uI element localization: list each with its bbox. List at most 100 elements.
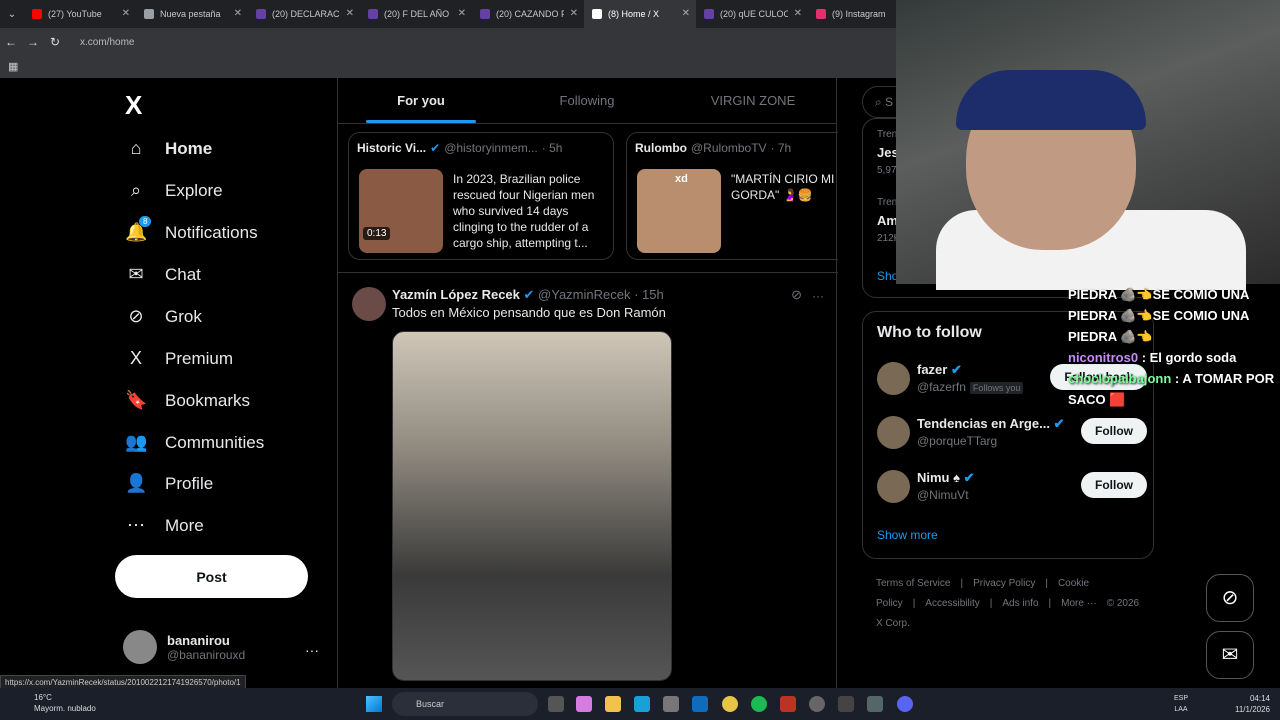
reload-icon[interactable]: ↻ [44, 35, 66, 49]
copilot-icon[interactable] [576, 696, 592, 712]
sidebar-item-grok[interactable]: ⊘ Grok [125, 306, 201, 327]
tweet-author[interactable]: Yazmín López Recek [392, 287, 520, 302]
footer-link[interactable]: Ads info [1002, 598, 1038, 609]
edge-icon[interactable] [634, 696, 650, 712]
apps-icon[interactable]: ▦ [8, 60, 18, 73]
close-icon[interactable]: ✕ [234, 8, 242, 19]
sidebar-item-label: Premium [165, 348, 234, 368]
bookmarks-bar: ▦ [0, 56, 896, 78]
footer-link[interactable]: Terms of Service [876, 578, 950, 589]
browser-tab[interactable]: (20) F DEL AÑO - ✕ [360, 0, 472, 28]
system-clock[interactable]: 04:14 11/1/2026 [1235, 693, 1270, 715]
footer-link[interactable]: Privacy Policy [973, 578, 1035, 589]
sidebar-item-label: More [165, 515, 204, 535]
browser-tab[interactable]: Nueva pestaña ✕ [136, 0, 248, 28]
sidebar-item-bookmarks[interactable]: 🔖 Bookmarks [125, 390, 250, 411]
browser-tab[interactable]: (20) DECLARACIÓN ✕ [248, 0, 360, 28]
trend-title[interactable]: Am [877, 213, 898, 228]
follow-button[interactable]: Follow [1081, 472, 1147, 498]
sidebar-item-label: Explore [165, 180, 223, 200]
footer-divider: | [912, 598, 916, 609]
discord-icon[interactable] [897, 696, 913, 712]
url-field[interactable]: x.com/home [80, 37, 134, 48]
keyboard-layout: LAA [1174, 706, 1188, 713]
tab-search-icon[interactable]: ⌄ [0, 9, 24, 20]
close-icon[interactable]: ✕ [122, 8, 130, 19]
bookmark-icon: 🔖 [125, 390, 148, 410]
tab-title: (9) Instagram [832, 9, 886, 19]
tab-title: (20) DECLARACIÓN [272, 9, 340, 19]
account-handle: @NimuVt [917, 488, 969, 502]
sidebar-item-home[interactable]: ⌂ Home [125, 138, 213, 159]
account-name: Nimu ♠ ✔ [917, 470, 975, 485]
account-switcher[interactable]: bananirou @bananirouxd [123, 630, 245, 664]
close-icon[interactable]: ✕ [458, 8, 466, 19]
close-icon[interactable]: ✕ [346, 8, 354, 19]
footer-divider: | [989, 598, 993, 609]
tab-for-you[interactable]: For you [338, 78, 504, 123]
task-view-icon[interactable] [548, 696, 564, 712]
sidebar-item-communities[interactable]: 👥 Communities [125, 432, 264, 453]
account-name: Tendencias en Arge... ✔ [917, 416, 1065, 431]
close-icon[interactable]: ✕ [682, 8, 690, 19]
app-icon[interactable] [838, 696, 854, 712]
chat-message: PIEDRA 🪨👈SE COMIO UNA [1068, 284, 1280, 305]
sidebar-item-premium[interactable]: X Premium [125, 348, 233, 369]
sidebar-item-more[interactable]: ⋯ More [125, 515, 204, 536]
forward-icon[interactable]: → [22, 35, 44, 49]
app-icon[interactable] [780, 696, 796, 712]
more-icon[interactable]: ··· [812, 289, 824, 303]
spotify-icon[interactable] [751, 696, 767, 712]
video-thumbnail[interactable] [359, 169, 443, 253]
account-more-icon[interactable]: ··· [305, 642, 319, 658]
tweet-photo[interactable] [392, 331, 672, 681]
tab-virgin-zone[interactable]: VIRGIN ZONE [670, 78, 836, 123]
sidebar-item-label: Notifications [165, 222, 258, 242]
chat-message: niconitros0 : El gordo soda [1068, 347, 1280, 368]
sidebar-item-explore[interactable]: ⌕ Explore [125, 180, 223, 201]
chrome-icon[interactable] [722, 696, 738, 712]
sidebar-item-chat[interactable]: ✉ Chat [125, 264, 200, 285]
browser-tab[interactable]: (20) CAZANDO PI ✕ [472, 0, 584, 28]
tweet-time[interactable]: · 15h [634, 287, 664, 302]
grok-float-button[interactable]: ⊘ [1206, 574, 1254, 622]
messages-float-button[interactable]: ✉ [1206, 631, 1254, 679]
sidebar-item-profile[interactable]: 👤 Profile [125, 473, 213, 494]
image-thumbnail[interactable]: xd [637, 169, 721, 253]
browser-tab[interactable]: (8) Home / X ✕ [584, 0, 696, 28]
recommended-card[interactable]: Historic Vi... ✔ @historyinmem... · 5h 0… [348, 132, 614, 260]
browser-tab[interactable]: (27) YouTube ✕ [24, 0, 136, 28]
avatar[interactable] [352, 287, 386, 321]
taskbar-search[interactable]: Buscar [392, 692, 538, 716]
close-icon[interactable]: ✕ [570, 8, 578, 19]
tab-following[interactable]: Following [504, 78, 670, 123]
store-icon[interactable] [663, 696, 679, 712]
avatar[interactable] [877, 470, 910, 503]
language-indicator[interactable]: ESP LAA [1174, 693, 1188, 715]
outlook-icon[interactable] [692, 696, 708, 712]
tweet[interactable]: Yazmín López Recek ✔ @YazminRecek · 15h … [338, 272, 838, 688]
avatar[interactable] [877, 416, 910, 449]
footer-link[interactable]: More ··· [1061, 598, 1097, 609]
windows-start-icon[interactable] [366, 696, 382, 712]
show-more-link[interactable]: Show more [877, 528, 938, 542]
close-icon[interactable]: ✕ [794, 8, 802, 19]
follow-button[interactable]: Follow [1081, 418, 1147, 444]
post-button[interactable]: Post [115, 555, 308, 598]
chat-text: PIEDRA 🪨👈SE COMIO UNA [1068, 308, 1250, 323]
footer-link[interactable]: Accessibility [925, 598, 979, 609]
browser-tab[interactable]: (20) qUE CULOO ✕ [696, 0, 808, 28]
sidebar-item-notifications[interactable]: 🔔 Notifications 8 [125, 216, 258, 243]
grok-icon[interactable]: ⊘ [791, 287, 802, 303]
file-explorer-icon[interactable] [605, 696, 621, 712]
recommended-card[interactable]: Rulombo @RulomboTV · 7h xd "MARTÍN CIRIO… [626, 132, 838, 260]
app-icon[interactable] [867, 696, 883, 712]
follow-suggestion[interactable]: Tendencias en Arge... ✔ @porqueTTarg Follo… [877, 416, 1147, 456]
follow-suggestion[interactable]: Nimu ♠ ✔ @NimuVt Follow [877, 470, 1147, 510]
tweet-handle[interactable]: @YazminRecek [538, 287, 630, 302]
back-icon[interactable]: ← [0, 35, 22, 49]
obs-icon[interactable] [809, 696, 825, 712]
avatar[interactable] [877, 362, 910, 395]
x-logo-icon[interactable]: X [125, 90, 142, 121]
weather-widget[interactable]: 16°C Mayorm. nublado [10, 692, 96, 714]
